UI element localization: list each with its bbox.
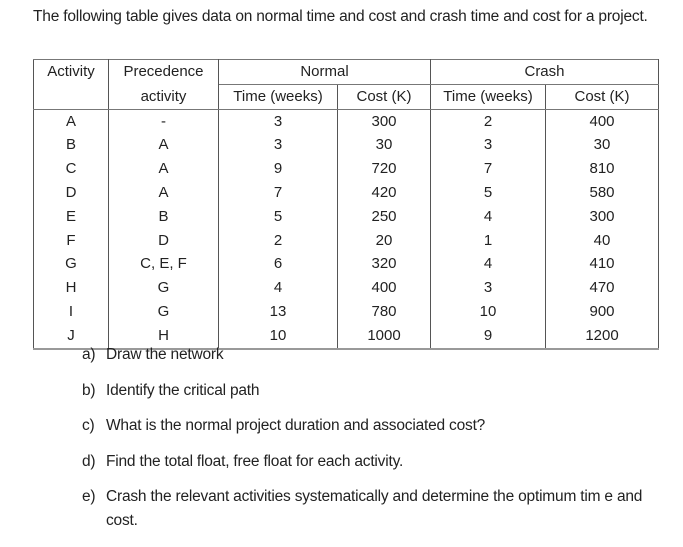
question-label: e) bbox=[82, 488, 96, 505]
table-row: F D 2 20 1 40 bbox=[33, 228, 659, 253]
header-normal-time: Time (weeks) bbox=[218, 84, 338, 110]
cell-crash-time: 1 bbox=[430, 228, 546, 253]
table-row: I G 13 780 10 900 bbox=[33, 299, 659, 324]
cell-normal-time: 13 bbox=[218, 299, 338, 324]
header-crash-time: Time (weeks) bbox=[430, 84, 546, 110]
question-text: Identify the critical path bbox=[106, 381, 260, 399]
cell-crash-time: 4 bbox=[430, 252, 546, 277]
cell-normal-time: 4 bbox=[218, 276, 338, 300]
question-text: What is the normal project duration and … bbox=[106, 417, 486, 434]
question-label: c) bbox=[82, 417, 95, 434]
cell-normal-cost: 720 bbox=[337, 157, 431, 181]
question-list: a) Draw the network b) Identify the critica… bbox=[82, 343, 677, 545]
header-crash-cost: Cost (K) bbox=[545, 84, 659, 110]
cell-normal-cost: 250 bbox=[337, 204, 431, 229]
cell-activity: D bbox=[33, 180, 109, 205]
cell-normal-time: 2 bbox=[218, 228, 338, 253]
question-text: Draw the network bbox=[106, 346, 224, 363]
cell-crash-cost: 470 bbox=[545, 276, 659, 300]
question-label: d) bbox=[82, 452, 96, 470]
header-crash: Crash bbox=[430, 59, 659, 85]
header-activity-blank bbox=[33, 84, 109, 110]
cell-activity: F bbox=[33, 228, 109, 253]
cell-normal-cost: 420 bbox=[337, 180, 431, 205]
cell-normal-time: 5 bbox=[218, 204, 338, 229]
cell-activity: B bbox=[33, 133, 109, 158]
cell-crash-cost: 810 bbox=[545, 157, 659, 181]
cell-activity: G bbox=[33, 252, 109, 277]
cell-normal-cost: 400 bbox=[337, 276, 431, 300]
cell-normal-cost: 20 bbox=[337, 228, 431, 253]
cell-normal-time: 6 bbox=[218, 252, 338, 277]
cell-precedence: C, E, F bbox=[108, 252, 219, 277]
table-row: E B 5 250 4 300 bbox=[33, 204, 659, 229]
cell-activity: C bbox=[33, 157, 109, 181]
cell-activity: A bbox=[33, 109, 109, 134]
cell-precedence: A bbox=[108, 180, 219, 205]
cell-crash-cost: 900 bbox=[545, 299, 659, 324]
table-row: B A 3 30 3 30 bbox=[33, 133, 659, 158]
question-text: Crash the relevant activities systematic… bbox=[106, 488, 643, 529]
cell-precedence: D bbox=[108, 228, 219, 253]
cell-activity: I bbox=[33, 299, 109, 324]
cell-precedence: A bbox=[108, 157, 219, 181]
cell-precedence: G bbox=[108, 299, 219, 324]
header-activity: Activity bbox=[33, 59, 109, 85]
table-row: C A 9 720 7 810 bbox=[33, 157, 659, 181]
table-row: A -3 300 2 400 bbox=[33, 109, 659, 134]
intro-paragraph: The following table gives data on normal… bbox=[33, 8, 648, 25]
cell-precedence: - bbox=[108, 109, 219, 134]
question-text: Find the total float, free float for eac… bbox=[106, 452, 404, 470]
cell-activity: H bbox=[33, 276, 109, 300]
question-item: c) What is the normal project duration an… bbox=[82, 414, 677, 438]
cell-normal-time: 9 bbox=[218, 157, 338, 181]
cell-normal-cost: 30 bbox=[337, 133, 431, 158]
cell-activity: E bbox=[33, 204, 109, 229]
header-precedence-line2: activity bbox=[108, 84, 219, 110]
cell-normal-cost: 780 bbox=[337, 299, 431, 324]
cell-normal-cost: 320 bbox=[337, 252, 431, 277]
project-data-table: Activity Precedence Normal Crash activit… bbox=[33, 59, 659, 350]
cell-crash-cost: 410 bbox=[545, 252, 659, 277]
cell-normal-cost: 300 bbox=[337, 109, 431, 134]
cell-crash-cost: 300 bbox=[545, 204, 659, 229]
header-normal-cost: Cost (K) bbox=[337, 84, 431, 110]
question-item: b) Identify the critical path bbox=[82, 379, 677, 403]
table-row: H G 4 400 3 470 bbox=[33, 276, 659, 300]
cell-crash-time: 3 bbox=[430, 133, 546, 158]
cell-crash-time: 10 bbox=[430, 299, 546, 324]
cell-crash-time: 7 bbox=[430, 157, 546, 181]
cell-normal-time: 3 bbox=[218, 109, 338, 134]
table-row: D A 7 420 5 580 bbox=[33, 180, 659, 205]
cell-normal-time: 7 bbox=[218, 180, 338, 205]
cell-crash-cost: 30 bbox=[545, 133, 659, 158]
cell-crash-time: 4 bbox=[430, 204, 546, 229]
question-item: d) Find the total float, free float for e… bbox=[82, 450, 677, 474]
cell-precedence: B bbox=[108, 204, 219, 229]
table-body: A -3 300 2 400 B A 3 30 3 30 C A 9 720 7 810 D A 7 420 5 580 E B… bbox=[33, 109, 659, 350]
cell-crash-cost: 580 bbox=[545, 180, 659, 205]
question-label: a) bbox=[82, 346, 96, 363]
header-normal: Normal bbox=[218, 59, 431, 85]
question-label: b) bbox=[82, 381, 96, 399]
header-precedence-line1: Precedence bbox=[108, 59, 219, 85]
question-item: e) Crash the relevant activities systemat… bbox=[82, 485, 677, 533]
table-row: G C, E, F 6 320 4 410 bbox=[33, 252, 659, 277]
cell-precedence: A bbox=[108, 133, 219, 158]
cell-precedence: G bbox=[108, 276, 219, 300]
cell-crash-cost: 400 bbox=[545, 109, 659, 134]
cell-crash-time: 2 bbox=[430, 109, 546, 134]
cell-crash-cost: 40 bbox=[545, 228, 659, 253]
question-item: a) Draw the network bbox=[82, 343, 677, 367]
cell-crash-time: 5 bbox=[430, 180, 546, 205]
cell-crash-time: 3 bbox=[430, 276, 546, 300]
cell-normal-time: 3 bbox=[218, 133, 338, 158]
